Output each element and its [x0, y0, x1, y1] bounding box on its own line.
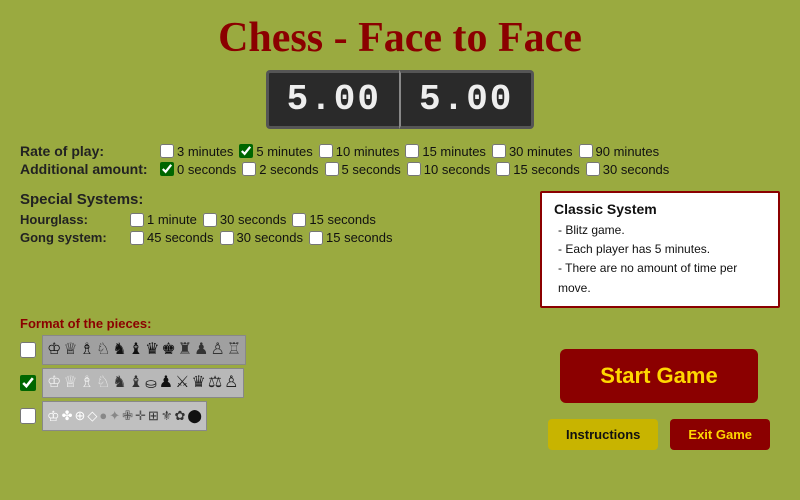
gong-row: Gong system: 45 seconds 30 seconds 15 se…	[20, 230, 520, 245]
hourglass-30sec[interactable]: 30 seconds	[203, 212, 287, 227]
start-game-button[interactable]: Start Game	[560, 349, 757, 403]
rate-90min[interactable]: 90 minutes	[579, 144, 660, 159]
rate-10min[interactable]: 10 minutes	[319, 144, 400, 159]
add-2sec-checkbox[interactable]	[242, 162, 256, 176]
rate-30min-checkbox[interactable]	[492, 144, 506, 158]
piece-row-2-checkbox[interactable]	[20, 375, 36, 391]
special-systems-left: Special Systems: Hourglass: 1 minute 30 …	[20, 191, 520, 308]
add-0sec[interactable]: 0 seconds	[160, 162, 236, 177]
additional-amount-row: Additional amount: 0 seconds 2 seconds 5…	[20, 161, 780, 177]
instructions-button[interactable]: Instructions	[548, 419, 658, 450]
gong-15sec-checkbox[interactable]	[309, 231, 323, 245]
piece-strip-1: ♔ ♕ ♗ ♘ ♞ ♝ ♛ ♚ ♜ ♟ ♙ ♖	[42, 335, 246, 365]
add-0sec-checkbox[interactable]	[160, 162, 174, 176]
rate-of-play-label: Rate of play:	[20, 143, 160, 159]
timer-display: 5.00 5.00	[240, 70, 560, 129]
gong-45sec-checkbox[interactable]	[130, 231, 144, 245]
timer-right: 5.00	[399, 70, 534, 129]
hourglass-1min[interactable]: 1 minute	[130, 212, 197, 227]
rate-10min-checkbox[interactable]	[319, 144, 333, 158]
classic-item-1: - Blitz game.	[558, 221, 766, 240]
timer-left: 5.00	[266, 70, 399, 129]
classic-system-panel: Classic System - Blitz game. - Each play…	[540, 191, 780, 308]
gong-30sec[interactable]: 30 seconds	[220, 230, 304, 245]
add-2sec[interactable]: 2 seconds	[242, 162, 318, 177]
rate-90min-checkbox[interactable]	[579, 144, 593, 158]
gong-15sec[interactable]: 15 seconds	[309, 230, 393, 245]
piece-row-1-checkbox[interactable]	[20, 342, 36, 358]
hourglass-15sec[interactable]: 15 seconds	[292, 212, 376, 227]
format-label: Format of the pieces:	[20, 316, 780, 331]
hourglass-30sec-checkbox[interactable]	[203, 213, 217, 227]
exit-game-button[interactable]: Exit Game	[670, 419, 770, 450]
add-15sec[interactable]: 15 seconds	[496, 162, 580, 177]
add-10sec[interactable]: 10 seconds	[407, 162, 491, 177]
rate-3min[interactable]: 3 minutes	[160, 144, 233, 159]
rate-5min-checkbox[interactable]	[239, 144, 253, 158]
rate-30min[interactable]: 30 minutes	[492, 144, 573, 159]
timer-left-value: 5.00	[287, 79, 381, 120]
hourglass-row: Hourglass: 1 minute 30 seconds 15 second…	[20, 212, 520, 227]
add-30sec[interactable]: 30 seconds	[586, 162, 670, 177]
gong-45sec[interactable]: 45 seconds	[130, 230, 214, 245]
add-5sec[interactable]: 5 seconds	[325, 162, 401, 177]
classic-item-2: - Each player has 5 minutes.	[558, 240, 766, 259]
rate-15min[interactable]: 15 minutes	[405, 144, 486, 159]
piece-strip-2: ♔ ♕ ♗ ♘ ♞ ♝ ⛀ ♟ ⚔ ♛ ⚖ ♙	[42, 368, 244, 398]
special-systems-title: Special Systems:	[20, 191, 520, 208]
hourglass-label: Hourglass:	[20, 212, 130, 227]
add-10sec-checkbox[interactable]	[407, 162, 421, 176]
rate-of-play-row: Rate of play: 3 minutes 5 minutes 10 min…	[20, 143, 780, 159]
rate-of-play-section: Rate of play: 3 minutes 5 minutes 10 min…	[0, 139, 800, 183]
rate-3min-checkbox[interactable]	[160, 144, 174, 158]
additional-amount-label: Additional amount:	[20, 161, 160, 177]
bottom-buttons: Instructions Exit Game	[548, 419, 770, 450]
piece-strip-3: ♔ ✤ ⊕ ◇ ● ✦ ✙ ✛ ⊞ ⚜ ✿ ⬤	[42, 401, 207, 431]
hourglass-1min-checkbox[interactable]	[130, 213, 144, 227]
classic-system-title: Classic System	[554, 201, 766, 217]
right-panel: Start Game Instructions Exit Game	[548, 349, 770, 450]
hourglass-15sec-checkbox[interactable]	[292, 213, 306, 227]
add-5sec-checkbox[interactable]	[325, 162, 339, 176]
piece-row-3-checkbox[interactable]	[20, 408, 36, 424]
classic-item-3: - There are no amount of time per move.	[558, 259, 766, 297]
add-30sec-checkbox[interactable]	[586, 162, 600, 176]
rate-5min[interactable]: 5 minutes	[239, 144, 312, 159]
rate-15min-checkbox[interactable]	[405, 144, 419, 158]
special-systems-section: Special Systems: Hourglass: 1 minute 30 …	[0, 183, 800, 312]
page-title: Chess - Face to Face	[0, 0, 800, 70]
add-15sec-checkbox[interactable]	[496, 162, 510, 176]
gong-label: Gong system:	[20, 230, 130, 245]
gong-30sec-checkbox[interactable]	[220, 231, 234, 245]
timer-right-value: 5.00	[419, 79, 513, 120]
